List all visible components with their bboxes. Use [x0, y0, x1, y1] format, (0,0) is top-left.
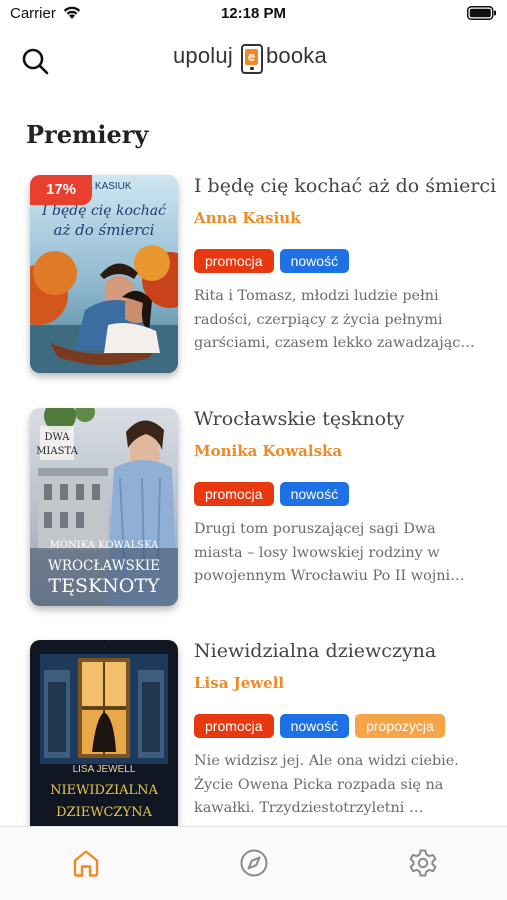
tag-new: nowość [279, 714, 350, 738]
logo-text-right: booka [266, 43, 327, 68]
clock: 12:18 PM [220, 5, 287, 22]
book-author[interactable]: Anna Kasiuk [194, 209, 301, 227]
book-author[interactable]: Monika Kowalska [194, 442, 342, 460]
book-item[interactable]: A KASIUK I będę cię kochać aż do śmierci… [0, 175, 507, 385]
book-item[interactable]: DWA MIASTA MONIKA KOWALSKA WROCŁAWSKIE T… [0, 408, 507, 618]
description-line: Drugi tom poruszającej sagi Dwa [194, 521, 436, 537]
discount-badge: 17% [30, 175, 92, 205]
cover-author: MONIKA KOWALSKA [50, 540, 160, 551]
gear-icon[interactable] [407, 847, 439, 879]
book-cover[interactable]: . LISA JEWELL NIEWIDZIALNA DZIEWCZYNA [30, 640, 178, 826]
description-line: miasta – losy lwowskiej rodziny w [194, 544, 440, 561]
home-icon[interactable] [70, 847, 102, 879]
description-line: Rita i Tomasz, młodzi ludzie pełni [194, 288, 439, 304]
book-cover[interactable]: DWA MIASTA MONIKA KOWALSKA WROCŁAWSKIE T… [30, 408, 178, 606]
book-title[interactable]: I będę cię kochać aż do śmierci [194, 175, 496, 197]
tag-promotion: promocja [194, 714, 274, 738]
book-title[interactable]: Niewidzialna dziewczyna [194, 640, 494, 662]
tag-promotion: promocja [194, 482, 274, 506]
app-logo: upoluj e booka [173, 43, 337, 79]
cover-title-2: aż do śmierci [54, 221, 155, 239]
tag-new: nowość [279, 482, 350, 506]
logo-mark-letter: e [245, 49, 258, 65]
cover-title-1: WROCŁAWSKIE [48, 558, 160, 574]
cover-series-2: MIASTA [36, 446, 78, 457]
logo-text-left: upoluj [173, 43, 233, 68]
description-line: radości, czerpiący z życia pełnymi [194, 311, 443, 328]
book-description: Drugi tom poruszającej sagi Dwa miasta –… [194, 518, 490, 589]
tag-proposal: propozycja [355, 714, 445, 738]
book-item[interactable]: . LISA JEWELL NIEWIDZIALNA DZIEWCZYNA Ni… [0, 640, 507, 850]
cover-author: A KASIUK [86, 181, 132, 192]
cover-series-1: DWA [44, 432, 70, 443]
book-title[interactable]: Wrocławskie tęsknoty [194, 408, 494, 430]
section-title: Premiery [26, 120, 149, 149]
battery-icon [467, 6, 496, 20]
tag-list: promocja nowość [194, 482, 350, 506]
cover-author: LISA JEWELL [73, 764, 136, 775]
book-description: Nie widzisz jej. Ale ona widzi ciebie. Ż… [194, 750, 490, 821]
tag-new: nowość [279, 249, 350, 273]
search-icon[interactable] [20, 46, 50, 76]
tag-promotion: promocja [194, 249, 274, 273]
tab-bar [0, 826, 507, 900]
description-line: garściami, czasem lekko zawadzając… [194, 335, 475, 351]
nav-bar: upoluj e booka [0, 36, 507, 86]
compass-icon[interactable] [238, 847, 270, 879]
description-line: kawałki. Trzydziestotrzyletni … [194, 800, 424, 816]
cover-title-2: DZIEWCZYNA [56, 805, 152, 820]
cover-title-1: I będę cię kochać [41, 203, 166, 219]
cover-title-1: NIEWIDZIALNA [50, 783, 158, 798]
logo-mark: e [241, 44, 263, 74]
description-line: powojennym Wrocławiu Po II wojni… [194, 568, 465, 584]
description-line: Życie Owena Picka rozpada się na [194, 776, 444, 793]
book-description: Rita i Tomasz, młodzi ludzie pełni radoś… [194, 285, 490, 356]
cover-title-2: TĘSKNOTY [48, 575, 160, 597]
tag-list: promocja nowość [194, 249, 350, 273]
tag-list: promocja nowość propozycja [194, 714, 445, 738]
svg-text:.: . [103, 644, 104, 649]
book-author[interactable]: Lisa Jewell [194, 674, 284, 692]
description-line: Nie widzisz jej. Ale ona widzi ciebie. [194, 753, 459, 769]
status-bar: Carrier 12:18 PM [0, 0, 507, 28]
